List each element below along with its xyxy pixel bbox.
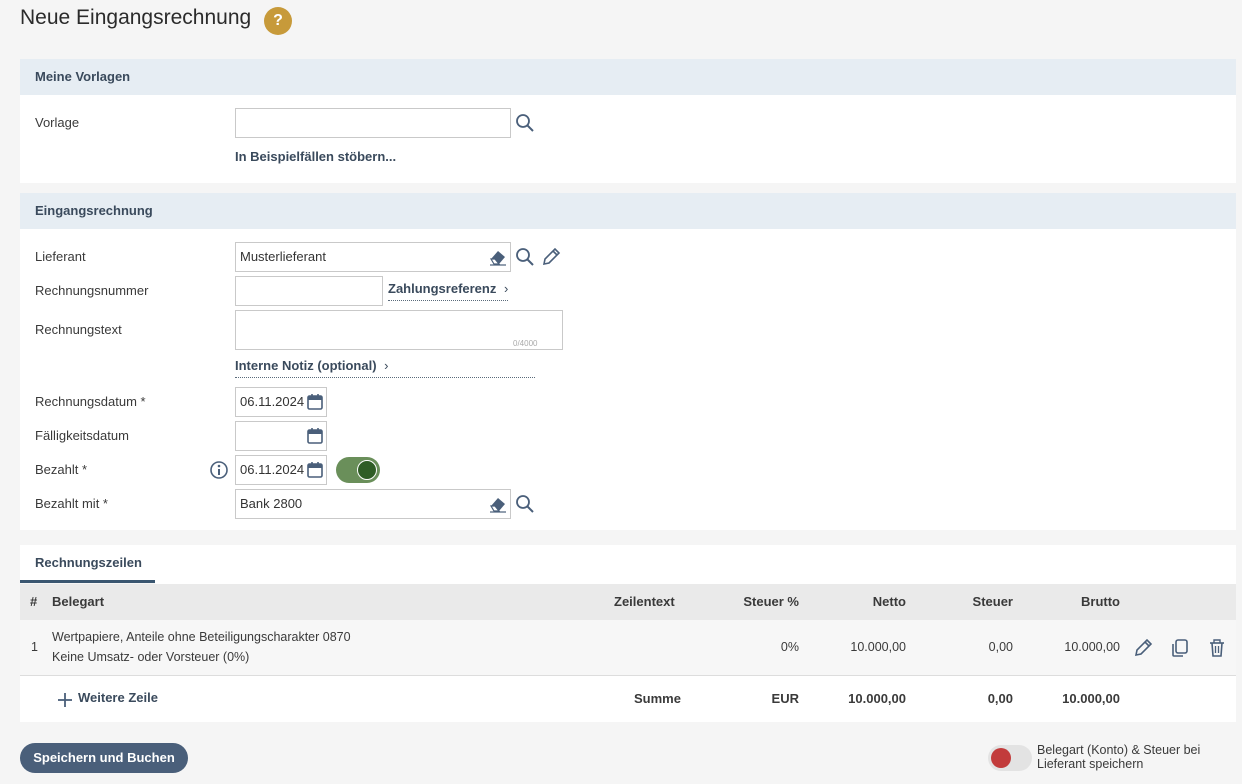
zahlungsreferenz-label: Zahlungsreferenz <box>388 281 497 296</box>
help-icon[interactable]: ? <box>264 7 292 35</box>
plus-icon[interactable] <box>54 689 76 711</box>
eraser-icon[interactable] <box>487 493 509 515</box>
column-header-belegart: Belegart <box>52 594 105 609</box>
bezahlt-mit-value: Bank 2800 <box>240 496 303 511</box>
row-steuer: 0,00 <box>988 640 1013 654</box>
invoice-lines-table: # Belegart Zeilentext Steuer % Netto Ste… <box>20 584 1236 722</box>
toggle-knob <box>357 460 377 480</box>
table-footer: Weitere Zeile Summe EUR 10.000,00 0,00 1… <box>20 676 1236 722</box>
faelligkeitsdatum-label: Fälligkeitsdatum <box>35 428 129 443</box>
row-steuer-pct: 0% <box>780 640 799 654</box>
page-title: Neue Eingangsrechnung <box>20 6 252 29</box>
info-icon[interactable] <box>208 459 230 481</box>
interne-notiz-label: Interne Notiz (optional) <box>235 358 377 373</box>
sum-steuer: 0,00 <box>987 691 1013 706</box>
chevron-right-icon: › <box>384 358 389 373</box>
invoice-panel: Eingangsrechnung Lieferant Musterliefera… <box>20 193 1236 530</box>
table-header: # Belegart Zeilentext Steuer % Netto Ste… <box>20 584 1236 620</box>
rechnungstext-label: Rechnungstext <box>35 322 122 337</box>
edit-pencil-icon[interactable] <box>1132 637 1154 659</box>
row-belegart: Wertpapiere, Anteile ohne Beteiligungsch… <box>52 630 351 644</box>
lieferant-label: Lieferant <box>35 249 86 264</box>
edit-pencil-icon[interactable] <box>540 246 562 268</box>
add-row-button[interactable]: Weitere Zeile <box>78 690 158 705</box>
chevron-right-icon: › <box>503 281 509 296</box>
table-row[interactable]: 1 Wertpapiere, Anteile ohne Beteiligungs… <box>20 620 1236 676</box>
interne-notiz-link[interactable]: Interne Notiz (optional) › <box>235 358 535 378</box>
column-header-number: # <box>30 594 38 609</box>
sum-netto: 10.000,00 <box>848 691 906 706</box>
rechnungsdatum-label: Rechnungsdatum * <box>35 394 146 409</box>
save-and-book-button[interactable]: Speichern und Buchen <box>20 743 188 773</box>
search-icon[interactable] <box>514 493 536 515</box>
column-header-steuer: Steuer <box>972 594 1013 609</box>
sum-label: Summe <box>634 691 681 706</box>
row-netto: 10.000,00 <box>850 640 906 654</box>
row-brutto: 10.000,00 <box>1064 640 1120 654</box>
bezahlt-mit-label: Bezahlt mit * <box>35 496 108 511</box>
character-counter: 0/4000 <box>513 339 538 348</box>
column-header-steuer-pct: Steuer % <box>743 594 799 609</box>
sum-brutto: 10.000,00 <box>1062 691 1120 706</box>
lieferant-input[interactable]: Musterlieferant <box>235 242 511 272</box>
eraser-icon[interactable] <box>487 246 509 268</box>
column-header-netto: Netto <box>872 594 906 609</box>
toggle-knob <box>991 748 1011 768</box>
column-header-zeilentext: Zeilentext <box>614 594 675 609</box>
bezahlt-toggle[interactable] <box>336 457 380 483</box>
row-number: 1 <box>31 640 38 654</box>
calendar-icon[interactable] <box>304 425 326 447</box>
bezahlt-label: Bezahlt * <box>35 462 88 477</box>
templates-panel: Meine Vorlagen Vorlage In Beispielfällen… <box>20 59 1236 183</box>
templates-header: Meine Vorlagen <box>20 59 1236 95</box>
invoice-header: Eingangsrechnung <box>20 193 1236 229</box>
tab-rechnungszeilen[interactable]: Rechnungszeilen <box>20 545 155 583</box>
search-icon[interactable] <box>514 112 536 134</box>
sum-currency: EUR <box>771 691 799 706</box>
bezahlt-mit-input[interactable]: Bank 2800 <box>235 489 511 519</box>
rechnungsnummer-input[interactable] <box>235 276 383 306</box>
lieferant-value: Musterlieferant <box>240 249 326 264</box>
trash-icon[interactable] <box>1206 637 1228 659</box>
bezahlt-date-value: 06.11.2024 <box>240 462 305 477</box>
browse-examples-link[interactable]: In Beispielfällen stöbern... <box>235 149 396 164</box>
search-icon[interactable] <box>514 246 536 268</box>
vorlage-label: Vorlage <box>35 115 80 130</box>
calendar-icon[interactable] <box>304 391 326 413</box>
vorlage-input[interactable] <box>235 108 511 138</box>
row-belegart-tax: Keine Umsatz- oder Vorsteuer (0%) <box>52 650 250 664</box>
column-header-brutto: Brutto <box>1081 594 1120 609</box>
save-to-supplier-toggle[interactable] <box>988 745 1032 771</box>
save-to-supplier-label: Belegart (Konto) & Steuer bei Lieferant … <box>1037 743 1201 771</box>
copy-icon[interactable] <box>1169 637 1191 659</box>
rechnungsdatum-value: 06.11.2024 <box>240 394 305 409</box>
calendar-icon[interactable] <box>304 459 326 481</box>
zahlungsreferenz-link[interactable]: Zahlungsreferenz › <box>388 281 509 301</box>
tab-bar-filler <box>155 545 1236 584</box>
rechnungsnummer-label: Rechnungsnummer <box>35 283 149 298</box>
